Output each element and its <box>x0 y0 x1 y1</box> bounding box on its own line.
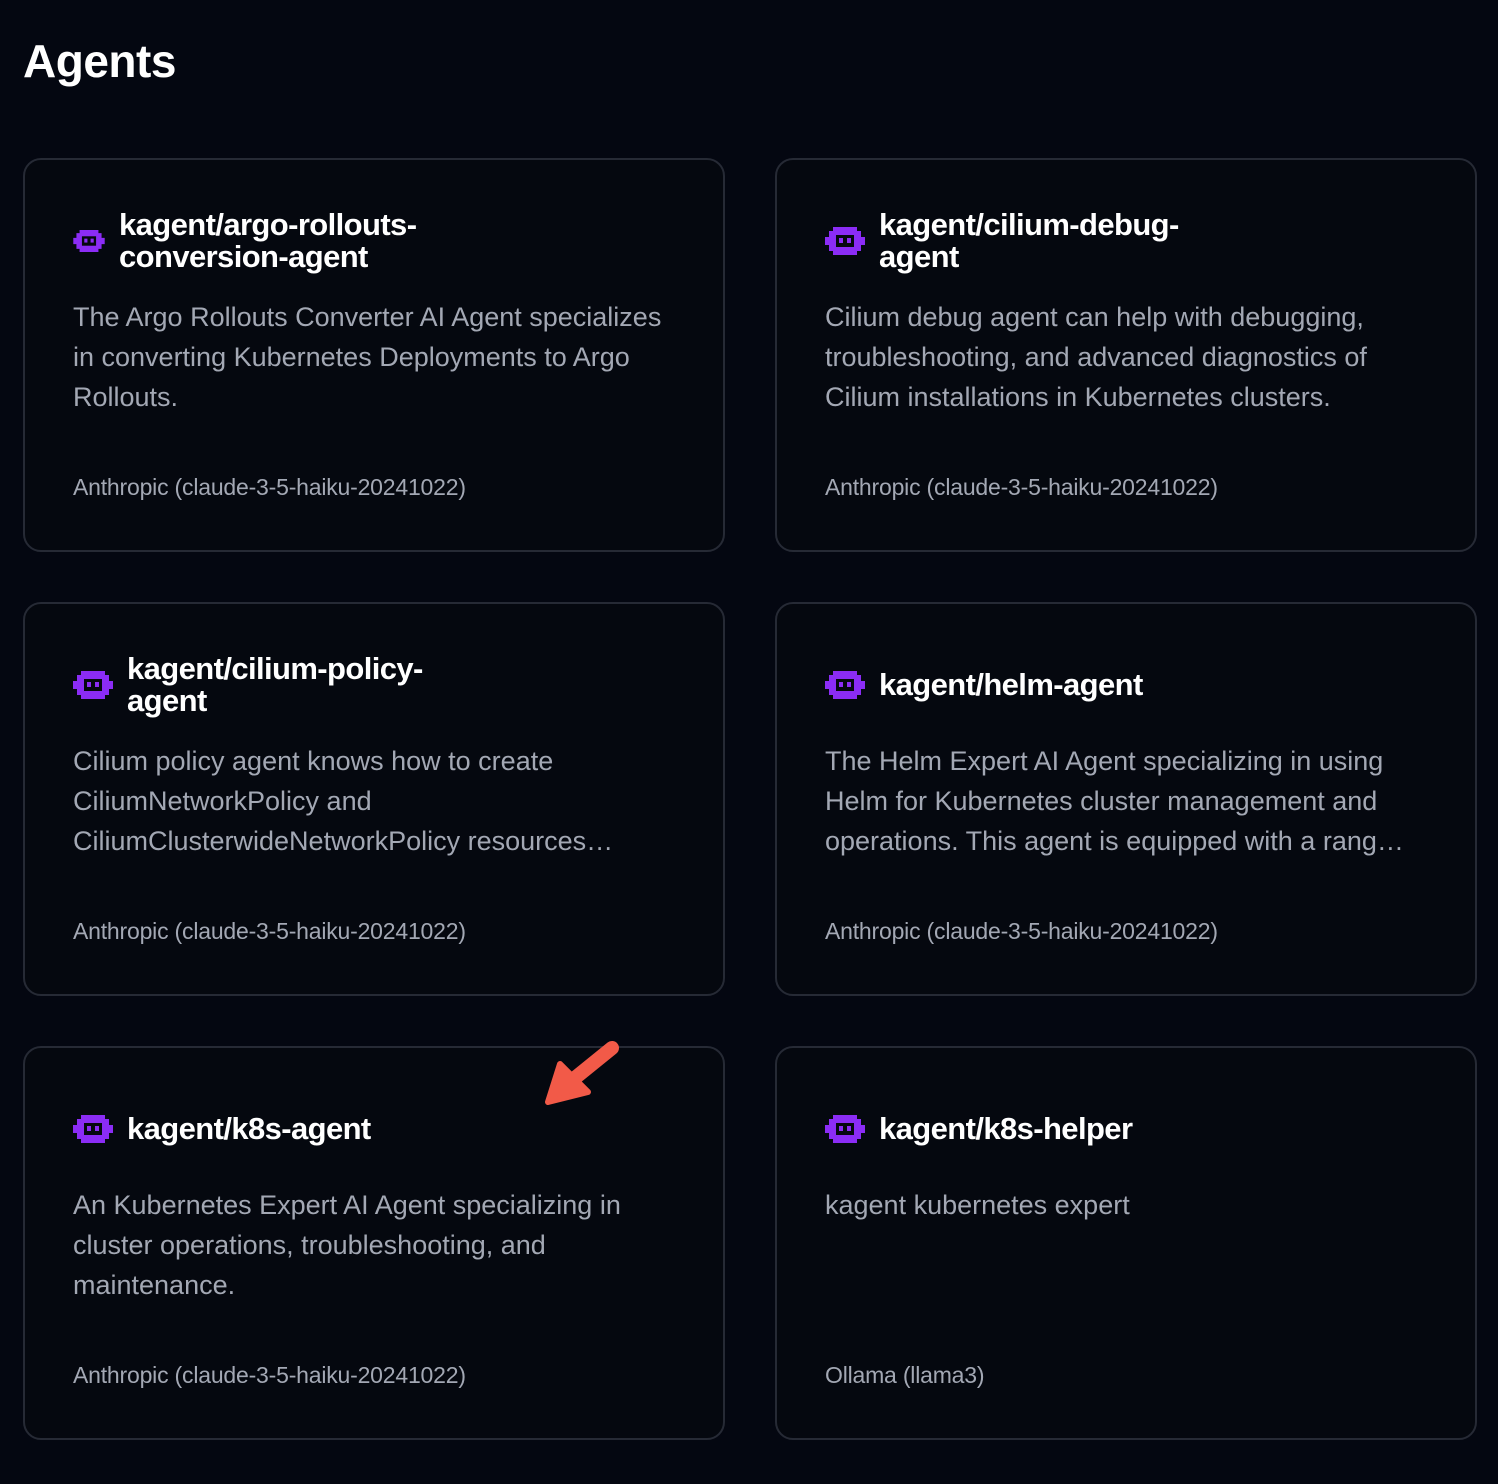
agent-description: The Argo Rollouts Converter AI Agent spe… <box>73 302 662 412</box>
agent-model: Anthropic (claude-3-5-haiku-20241022) <box>825 474 1218 500</box>
agent-card-header: kagent/helm-agent <box>825 652 1143 718</box>
agent-name: kagent/cilium-debug-agent <box>879 207 1179 274</box>
agent-card-k8s-helper[interactable]: kagent/k8s-helper kagent kubernetes expe… <box>775 1046 1477 1440</box>
robot-icon <box>73 1115 113 1143</box>
agent-card-cilium-policy-agent[interactable]: kagent/cilium-policy-agent Cilium policy… <box>23 602 725 996</box>
agent-model: Anthropic (claude-3-5-haiku-20241022) <box>73 1362 466 1388</box>
robot-icon <box>73 230 105 252</box>
agents-page: Agents kagent/argo-rollouts-conversion-a… <box>0 0 1498 1484</box>
agent-name: kagent/argo-rollouts-conversion-agent <box>119 207 417 274</box>
agent-description: Cilium debug agent can help with debuggi… <box>825 302 1367 412</box>
agent-model: Anthropic (claude-3-5-haiku-20241022) <box>73 918 466 944</box>
agent-name: kagent/cilium-policy-agent <box>127 651 423 718</box>
agent-card-argo-rollouts-conversion-agent[interactable]: kagent/argo-rollouts-conversion-agent Th… <box>23 158 725 552</box>
robot-icon <box>73 671 113 699</box>
agent-description: An Kubernetes Expert AI Agent specializi… <box>73 1190 621 1300</box>
page-title: Agents <box>23 35 176 87</box>
agent-card-header: kagent/k8s-agent <box>73 1096 371 1162</box>
agent-model: Ollama (llama3) <box>825 1362 985 1388</box>
agent-model: Anthropic (claude-3-5-haiku-20241022) <box>73 474 466 500</box>
agent-name: kagent/k8s-helper <box>879 1111 1133 1146</box>
annotation-arrow-icon <box>545 1041 619 1105</box>
agent-description: Cilium policy agent knows how to create … <box>73 746 614 856</box>
agent-name: kagent/helm-agent <box>879 667 1143 702</box>
robot-icon <box>825 671 865 699</box>
agent-card-header: kagent/argo-rollouts-conversion-agent <box>73 208 449 274</box>
agent-model: Anthropic (claude-3-5-haiku-20241022) <box>825 918 1218 944</box>
agent-card-header: kagent/cilium-policy-agent <box>73 652 457 718</box>
agent-card-header: kagent/cilium-debug-agent <box>825 208 1209 274</box>
agent-description: The Helm Expert AI Agent specializing in… <box>825 746 1404 856</box>
agent-description: kagent kubernetes expert <box>825 1190 1130 1220</box>
robot-icon <box>825 227 865 255</box>
agent-card-header: kagent/k8s-helper <box>825 1096 1133 1162</box>
robot-icon <box>825 1115 865 1143</box>
agent-grid: kagent/argo-rollouts-conversion-agent Th… <box>23 158 1477 1440</box>
agent-name: kagent/k8s-agent <box>127 1111 371 1146</box>
agent-card-cilium-debug-agent[interactable]: kagent/cilium-debug-agent Cilium debug a… <box>775 158 1477 552</box>
agent-card-helm-agent[interactable]: kagent/helm-agent The Helm Expert AI Age… <box>775 602 1477 996</box>
